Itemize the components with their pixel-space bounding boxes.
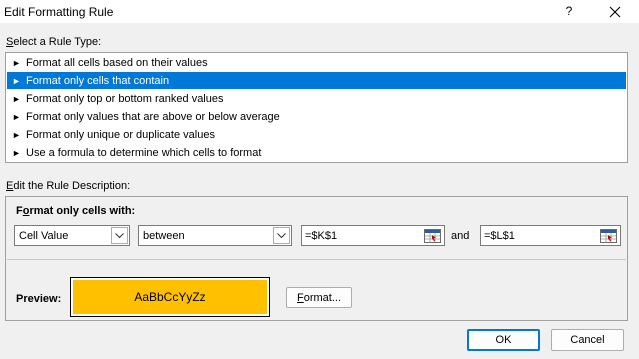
- value2-text: =$L$1: [484, 229, 515, 242]
- rule-item-label: Format only values that are above or bel…: [26, 110, 280, 123]
- rule-description-label: Edit the Rule Description:: [6, 180, 130, 192]
- range-picker-icon[interactable]: [599, 227, 618, 244]
- arrow-right-icon: ►: [12, 111, 21, 122]
- cancel-button[interactable]: Cancel: [551, 329, 624, 351]
- rule-type-label-text: elect a Rule Type:: [13, 36, 102, 48]
- rule-type-label: Select a Rule Type:: [6, 36, 101, 48]
- format-button-accel: F: [296, 291, 304, 304]
- rule-item-label: Format only cells that contain: [26, 74, 170, 87]
- operator-select[interactable]: between: [138, 225, 292, 246]
- preview-sample: AaBbCcYyZz: [73, 280, 267, 314]
- chevron-down-icon[interactable]: [111, 227, 128, 244]
- value1-input[interactable]: =$K$1: [301, 225, 445, 246]
- condition-type-value: Cell Value: [19, 229, 69, 242]
- rule-type-list[interactable]: ► Format all cells based on their values…: [5, 52, 628, 163]
- rule-item-format-all[interactable]: ► Format all cells based on their values: [7, 54, 626, 71]
- rule-item-formula[interactable]: ► Use a formula to determine which cells…: [7, 144, 626, 161]
- close-icon: [609, 6, 621, 18]
- rule-item-label: Format only top or bottom ranked values: [26, 92, 224, 105]
- arrow-right-icon: ►: [12, 147, 21, 158]
- rule-item-cells-contain[interactable]: ► Format only cells that contain: [7, 72, 626, 89]
- value1-text: =$K$1: [305, 229, 338, 242]
- arrow-right-icon: ►: [12, 93, 21, 104]
- format-only-rest: rmat only cells with:: [29, 205, 136, 217]
- format-button[interactable]: Format...: [286, 287, 352, 308]
- close-button[interactable]: [604, 0, 626, 24]
- rule-item-label: Use a formula to determine which cells t…: [26, 146, 262, 159]
- operator-value: between: [143, 229, 185, 242]
- rule-item-above-below-average[interactable]: ► Format only values that are above or b…: [7, 108, 626, 125]
- dialog-title: Edit Formatting Rule: [4, 5, 114, 19]
- condition-type-select[interactable]: Cell Value: [14, 225, 130, 246]
- value2-input[interactable]: =$L$1: [480, 225, 621, 246]
- format-only-cells-with-label: Format only cells with:: [16, 205, 135, 217]
- and-label: and: [451, 230, 470, 242]
- preview-box: AaBbCcYyZz: [70, 277, 270, 317]
- preview-label: Preview:: [16, 293, 62, 305]
- rule-item-label: Format all cells based on their values: [26, 56, 208, 69]
- divider: [7, 259, 626, 260]
- rule-item-label: Format only unique or duplicate values: [26, 128, 215, 141]
- arrow-right-icon: ►: [12, 57, 21, 68]
- rule-description-panel: Format only cells with: Cell Value betwe…: [5, 196, 628, 321]
- format-button-label: ormat...: [303, 291, 342, 304]
- title-bar: Edit Formatting Rule ?: [0, 0, 639, 24]
- rule-item-top-bottom[interactable]: ► Format only top or bottom ranked value…: [7, 90, 626, 107]
- rule-description-label-text: dit the Rule Description:: [13, 180, 131, 192]
- chevron-down-icon[interactable]: [273, 227, 290, 244]
- help-button[interactable]: ?: [562, 4, 576, 18]
- format-only-prefix: F: [16, 205, 23, 217]
- range-picker-icon[interactable]: [423, 227, 442, 244]
- arrow-right-icon: ►: [12, 129, 21, 140]
- ok-button[interactable]: OK: [467, 329, 540, 351]
- arrow-right-icon: ►: [12, 75, 21, 86]
- rule-item-unique-duplicate[interactable]: ► Format only unique or duplicate values: [7, 126, 626, 143]
